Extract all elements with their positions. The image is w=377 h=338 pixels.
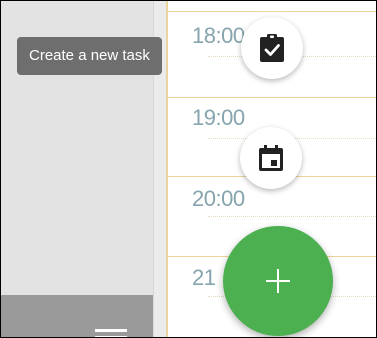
create-event-button[interactable] xyxy=(240,127,302,189)
sidebar-footer xyxy=(1,295,153,337)
calendar-event-icon xyxy=(259,145,283,171)
clipboard-check-icon xyxy=(260,34,284,62)
time-label-18: 18:00 xyxy=(192,23,245,48)
time-label-21: 21 xyxy=(192,265,216,290)
plus-icon xyxy=(266,269,290,293)
add-fab-button[interactable] xyxy=(223,226,333,336)
app-viewport: 18:00 19:00 20:00 21 Create a new task xyxy=(0,0,377,338)
time-label-19: 19:00 xyxy=(192,105,245,130)
hour-gridline xyxy=(168,11,376,12)
half-hour-gridline xyxy=(208,216,376,217)
hour-gridline xyxy=(168,97,376,98)
time-label-20: 20:00 xyxy=(192,186,245,211)
create-task-tooltip: Create a new task xyxy=(17,37,162,75)
create-task-button[interactable] xyxy=(241,17,303,79)
menu-icon[interactable] xyxy=(95,325,127,337)
